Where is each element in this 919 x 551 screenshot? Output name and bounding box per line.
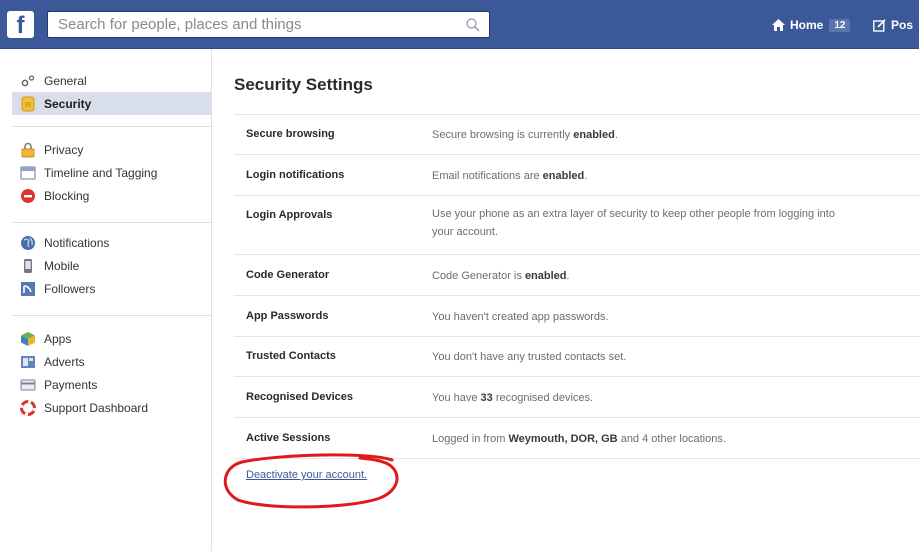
search-icon[interactable] <box>465 17 481 33</box>
mobile-phone-icon <box>24 258 32 273</box>
deactivate-account-link[interactable]: Deactivate your account. <box>246 469 367 481</box>
sidebar-item-support-dashboard[interactable]: Support Dashboard <box>12 396 211 419</box>
sidebar-item-label: Support Dashboard <box>44 400 149 415</box>
sidebar-item-adverts[interactable]: Adverts <box>12 350 211 373</box>
setting-row-recognised-devices[interactable]: Recognised Devices You have 33 recognise… <box>234 377 919 418</box>
home-count-badge: 12 <box>829 18 851 32</box>
gear-icon <box>21 74 35 86</box>
search-box[interactable] <box>47 11 490 38</box>
setting-row-active-sessions[interactable]: Active Sessions Logged in from Weymouth,… <box>234 418 919 459</box>
sidebar-group-notifications: Notifications Mobile Followers <box>12 231 211 300</box>
setting-description: Code Generator is enabled. <box>432 270 570 282</box>
logo-letter: f <box>16 12 25 39</box>
setting-description: Email notifications are enabled. <box>432 170 588 182</box>
red-annotation-circle <box>223 453 399 509</box>
sidebar-group-apps: Apps Adverts Payments Support Dashboard <box>12 327 211 419</box>
security-badge-icon <box>21 96 35 111</box>
sidebar-divider <box>12 315 211 316</box>
setting-label: Code Generator <box>246 269 330 281</box>
timeline-icon <box>20 166 36 179</box>
sidebar-item-label: Followers <box>44 281 96 296</box>
adverts-icon <box>21 355 35 368</box>
sidebar-item-security[interactable]: Security <box>12 92 211 115</box>
sidebar-item-label: Adverts <box>44 354 85 369</box>
sidebar-item-label: Notifications <box>44 235 110 250</box>
setting-label: Login notifications <box>246 169 345 181</box>
facebook-logo[interactable]: f <box>7 11 34 39</box>
home-icon <box>772 19 785 31</box>
setting-row-login-notifications[interactable]: Login notifications Email notifications … <box>234 155 919 196</box>
setting-row-app-passwords[interactable]: App Passwords You haven't created app pa… <box>234 296 919 337</box>
home-label: Home <box>790 18 824 32</box>
globe-icon <box>21 235 35 250</box>
sidebar-item-label: Privacy <box>44 142 84 157</box>
setting-row-login-approvals[interactable]: Login Approvals Use your phone as an ext… <box>234 196 919 255</box>
sidebar-item-notifications[interactable]: Notifications <box>12 231 211 254</box>
edit-icon <box>873 18 886 32</box>
sidebar-group-privacy: Privacy Timeline and Tagging Blocking <box>12 138 211 207</box>
sidebar-item-label: General <box>44 73 87 88</box>
blocking-icon <box>21 188 35 203</box>
setting-label: App Passwords <box>246 310 329 322</box>
setting-description: You have 33 recognised devices. <box>432 392 594 404</box>
setting-row-trusted-contacts[interactable]: Trusted Contacts You don't have any trus… <box>234 337 919 377</box>
setting-description: You haven't created app passwords. <box>432 311 609 323</box>
setting-label: Trusted Contacts <box>246 350 336 362</box>
post-link[interactable]: Pos <box>873 15 913 35</box>
sidebar-item-payments[interactable]: Payments <box>12 373 211 396</box>
apps-cube-icon <box>21 331 35 346</box>
setting-row-code-generator[interactable]: Code Generator Code Generator is enabled… <box>234 255 919 296</box>
sidebar-divider <box>12 126 211 127</box>
sidebar-item-timeline[interactable]: Timeline and Tagging <box>12 161 211 184</box>
page-title: Security Settings <box>234 75 373 94</box>
setting-label: Recognised Devices <box>246 391 353 403</box>
home-link[interactable]: Home 12 <box>772 15 851 35</box>
setting-row-secure-browsing[interactable]: Secure browsing Secure browsing is curre… <box>234 115 919 155</box>
setting-label: Active Sessions <box>246 432 331 444</box>
setting-description: You don't have any trusted contacts set. <box>432 351 627 363</box>
security-settings-list: Secure browsing Secure browsing is curre… <box>234 114 919 459</box>
sidebar-item-general[interactable]: General <box>12 69 211 92</box>
setting-label: Login Approvals <box>246 209 333 221</box>
setting-label: Secure browsing <box>246 128 335 140</box>
sidebar-item-label: Blocking <box>44 188 90 203</box>
sidebar-item-label: Security <box>44 96 92 111</box>
setting-description: Logged in from Weymouth, DOR, GB and 4 o… <box>432 433 726 445</box>
sidebar-item-mobile[interactable]: Mobile <box>12 254 211 277</box>
followers-icon <box>21 281 35 296</box>
sidebar-item-followers[interactable]: Followers <box>12 277 211 300</box>
lifebuoy-icon <box>20 399 36 416</box>
sidebar-item-label: Apps <box>44 331 72 346</box>
post-label: Pos <box>891 18 914 32</box>
search-input[interactable] <box>48 12 458 37</box>
sidebar-item-privacy[interactable]: Privacy <box>12 138 211 161</box>
top-navigation-bar: f Home 12 Pos <box>0 0 919 49</box>
settings-sidebar: General Security Privacy Timeline and Ta… <box>0 49 212 551</box>
setting-description: Secure browsing is currently enabled. <box>432 129 618 141</box>
sidebar-group-account: General Security <box>12 69 211 115</box>
sidebar-item-blocking[interactable]: Blocking <box>12 184 211 207</box>
credit-card-icon <box>20 379 36 390</box>
sidebar-item-label: Mobile <box>44 258 80 273</box>
sidebar-item-apps[interactable]: Apps <box>12 327 211 350</box>
sidebar-item-label: Payments <box>44 377 98 392</box>
setting-description: Use your phone as an extra layer of secu… <box>432 208 835 238</box>
sidebar-item-label: Timeline and Tagging <box>44 165 158 180</box>
sidebar-divider <box>12 222 211 223</box>
privacy-lock-icon <box>21 142 35 157</box>
